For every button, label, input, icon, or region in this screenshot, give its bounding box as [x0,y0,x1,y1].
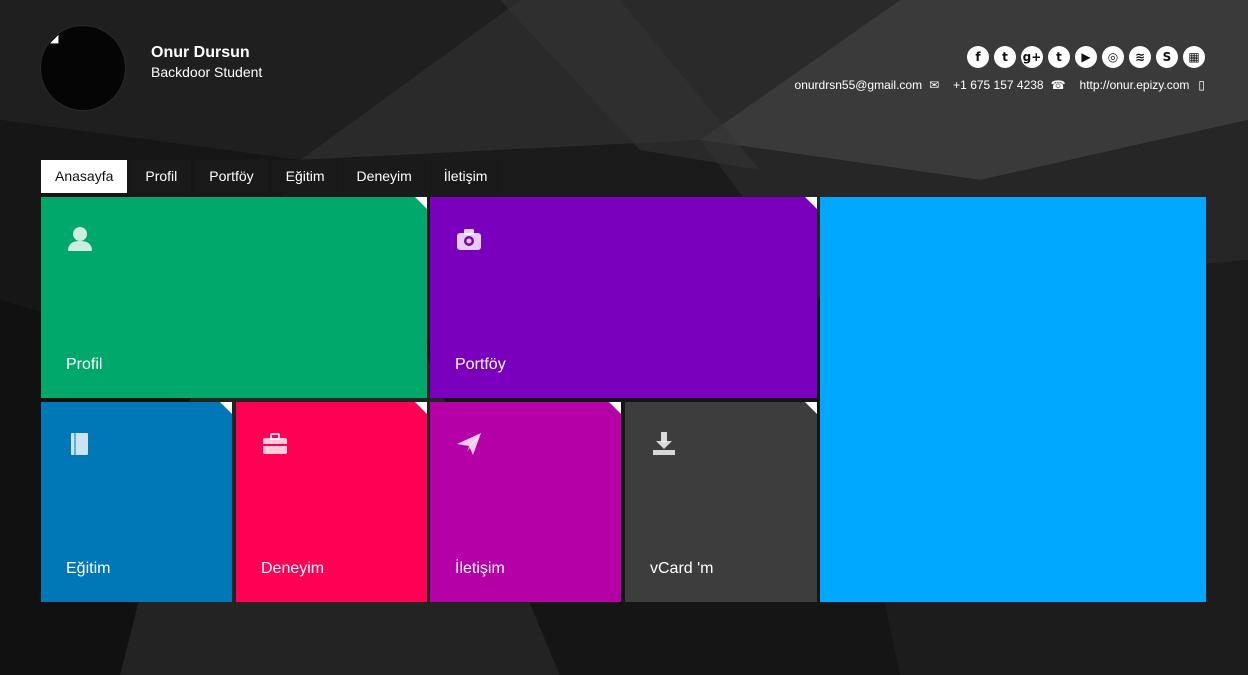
profile-title: Backdoor Student [151,64,263,80]
user-icon [68,227,92,251]
tile-label: vCard 'm [650,560,714,577]
qr-code-icon[interactable]: ▦ [1183,46,1205,68]
camera-icon [457,229,481,250]
tile-label: Profil [66,356,103,373]
envelope-icon: ✉ [929,78,940,92]
download-icon [653,432,675,455]
briefcase-icon [263,433,287,454]
tab-deneyim[interactable]: Deneyim [342,160,426,193]
tile-corner-fold [415,402,427,414]
email-link[interactable]: onurdrsn55@gmail.com [795,78,923,92]
profile-name: Onur Dursun [151,44,250,61]
tile-corner-fold [805,197,817,209]
tab-profil[interactable]: Profil [131,160,192,193]
avatar-corner-icon: ◢ [50,33,59,45]
tile-profil[interactable]: Profil [41,197,427,398]
social-links: f t g+ t ▶ ◎ ≋ S ▦ [967,46,1205,68]
slideshare-icon[interactable]: ≋ [1129,46,1151,68]
tile-portfoy[interactable]: Portföy [430,197,817,398]
google-plus-icon[interactable]: g+ [1021,46,1043,68]
tile-vcard[interactable]: vCard 'm [625,402,817,602]
youtube-icon[interactable]: ▶ [1075,46,1097,68]
tab-anasayfa[interactable]: Anasayfa [41,160,128,193]
website-link[interactable]: http://onur.epizy.com [1080,78,1190,92]
tile-iletisim[interactable]: İletişim [430,402,621,602]
tile-egitim[interactable]: Eğitim [41,402,232,602]
tile-feature[interactable] [820,197,1206,602]
skype-icon[interactable]: S [1156,46,1178,68]
tab-egitim[interactable]: Eğitim [271,160,339,193]
tab-iletisim[interactable]: İletişim [429,160,502,193]
tile-label: Deneyim [261,560,325,577]
mobile-icon: ▯ [1198,78,1205,92]
tile-deneyim[interactable]: Deneyim [236,402,427,602]
twitter-icon[interactable]: t [994,46,1016,68]
paper-plane-icon [457,433,481,455]
telephone-icon: ☎ [1050,78,1066,92]
tumblr-icon[interactable]: t [1048,46,1070,68]
main-nav: Anasayfa Profil Portföy Eğitim Deneyim İ… [41,160,502,193]
tile-corner-fold [220,402,232,414]
tab-portfoy[interactable]: Portföy [195,160,268,193]
facebook-icon[interactable]: f [967,46,989,68]
tile-label: Portföy [455,356,506,373]
instagram-icon[interactable]: ◎ [1102,46,1124,68]
tile-corner-fold [609,402,621,414]
tile-label: Eğitim [66,560,111,577]
tile-corner-fold [415,197,427,209]
contact-info: onurdrsn55@gmail.com ✉ +1 675 157 4238 ☎… [795,78,1205,92]
tile-corner-fold [805,402,817,414]
book-icon [71,433,88,455]
tile-label: İletişim [455,560,505,577]
phone-text: +1 675 157 4238 [953,78,1044,92]
